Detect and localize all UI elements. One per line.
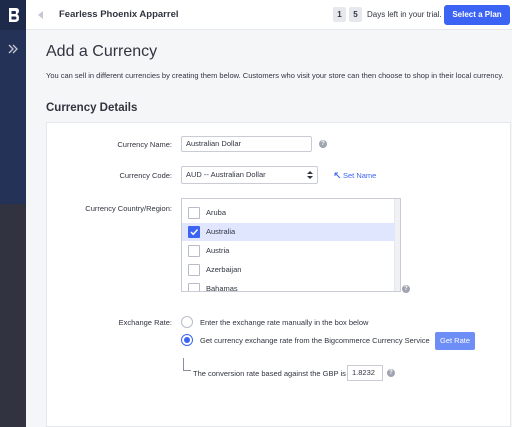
back-icon[interactable] [36,10,44,20]
checkbox-checked[interactable] [188,226,200,238]
currency-code-value: AUD -- Australian Dollar [186,170,266,179]
country-option-austria[interactable]: Austria [182,242,396,260]
checkbox[interactable] [188,245,200,257]
double-chevron-right-icon[interactable] [8,44,18,54]
select-arrows-icon [307,171,313,179]
checkmark-icon [190,229,199,236]
country-option-label: Australia [206,227,236,236]
currency-name-label: Currency Name: [117,140,172,149]
country-option-label: Azerbaijan [206,265,242,274]
top-bar: Fearless Phoenix Apparrel 1 5 Days left … [0,0,512,30]
country-option-bahamas[interactable]: Bahamas [182,280,396,292]
conversion-rate-input[interactable]: 1.8232 [347,365,383,381]
page-intro: You can sell in different currencies by … [46,71,504,80]
bigcommerce-logo-icon[interactable] [0,0,26,30]
country-option-aruba[interactable]: Aruba [182,204,396,222]
exchange-rate-label: Exchange Rate: [118,318,172,327]
currency-code-select[interactable]: AUD -- Australian Dollar [181,166,318,184]
set-name-link[interactable]: Set Name [343,171,376,180]
checkbox[interactable] [188,283,200,291]
sidebar [0,30,26,427]
help-icon[interactable]: ? [387,369,395,377]
conversion-rate-label: The conversion rate based against the GB… [193,369,346,378]
manual-rate-label[interactable]: Enter the exchange rate manually in the … [200,318,368,327]
page-title: Add a Currency [46,43,158,60]
country-option-australia[interactable]: Australia [182,223,396,241]
country-region-listbox[interactable]: Aruba Australia Austria Azerbaijan Baham… [181,198,401,292]
get-rate-button[interactable]: Get Rate [435,332,475,350]
currency-code-label: Currency Code: [119,171,172,180]
help-icon[interactable]: ? [319,140,327,148]
currency-name-input[interactable]: Australian Dollar [181,136,312,152]
manual-rate-radio[interactable] [181,316,193,328]
help-icon[interactable]: ? [402,285,410,293]
checkbox[interactable] [188,264,200,276]
trial-days-digit: 5 [349,7,362,22]
service-rate-label[interactable]: Get currency exchange rate from the Bigc… [200,336,430,345]
tree-connector [183,358,191,371]
sidebar-header [0,30,26,204]
trial-days-digit: 1 [333,7,346,22]
country-option-label: Aruba [206,208,227,217]
country-option-azerbaijan[interactable]: Azerbaijan [182,261,396,279]
arrow-up-left-icon [334,172,341,179]
trial-text: Days left in your trial. [367,10,442,19]
country-option-label: Austria [206,246,230,255]
list-item [182,199,396,201]
checkbox[interactable] [188,207,200,219]
store-name[interactable]: Fearless Phoenix Apparrel [59,9,179,20]
country-region-label: Currency Country/Region: [85,204,172,213]
country-option-label: Bahamas [206,284,238,292]
section-title: Currency Details [46,102,138,114]
service-rate-radio[interactable] [181,334,193,346]
listbox-scrollbar[interactable] [394,199,400,291]
select-plan-button[interactable]: Select a Plan [444,5,510,25]
